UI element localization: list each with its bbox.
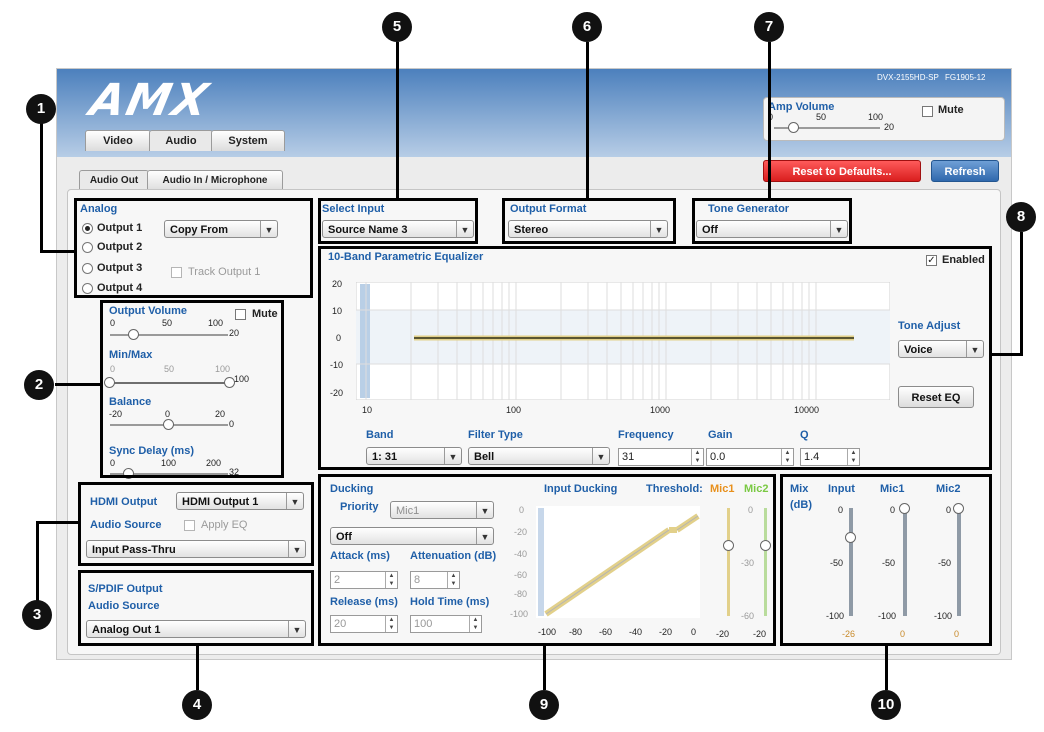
tab-audio-in[interactable]: Audio In / Microphone — [147, 170, 283, 191]
callout-6: 6 — [572, 12, 602, 42]
callout-line-1 — [40, 250, 74, 253]
callout-box-2 — [100, 300, 284, 478]
callout-box-5 — [318, 198, 478, 244]
callout-3: 3 — [22, 600, 52, 630]
callout-2: 2 — [24, 370, 54, 400]
callout-line-3 — [36, 521, 39, 601]
callout-line-4 — [196, 646, 199, 690]
callout-line-8 — [992, 353, 1022, 356]
callout-10: 10 — [871, 690, 901, 720]
callout-line-9 — [543, 646, 546, 690]
callout-box-7 — [692, 198, 852, 244]
callout-line-3 — [36, 521, 78, 524]
callout-7: 7 — [754, 12, 784, 42]
amp-volume-knob[interactable] — [788, 122, 799, 133]
model-label: DVX-2155HD-SP — [877, 73, 939, 82]
callout-box-6 — [502, 198, 676, 244]
amp-mute-checkbox[interactable] — [922, 106, 933, 117]
amp-tick: 50 — [816, 112, 827, 122]
callout-box-8 — [318, 246, 992, 470]
callout-box-4 — [78, 570, 314, 646]
callout-8: 8 — [1006, 202, 1036, 232]
callout-line-5 — [396, 42, 399, 198]
callout-9: 9 — [529, 690, 559, 720]
callout-line-7 — [768, 42, 771, 198]
callout-box-1 — [74, 198, 313, 298]
header-bar: AMX DVX-2155HD-SP FG1905-12 Amp Volume 0… — [57, 69, 1011, 157]
amp-tick: 100 — [868, 112, 884, 122]
firmware-label: FG1905-12 — [945, 73, 986, 82]
callout-5: 5 — [382, 12, 412, 42]
tab-audio[interactable]: Audio — [149, 130, 213, 151]
callout-line-8 — [1020, 232, 1023, 356]
amp-volume-box: Amp Volume 0 50 100 20 Mute — [763, 97, 1005, 141]
callout-line-10 — [885, 646, 888, 690]
amx-logo: AMX — [85, 75, 215, 126]
amp-mute-label: Mute — [938, 104, 964, 116]
tab-system[interactable]: System — [211, 130, 285, 151]
callout-box-10 — [780, 474, 992, 646]
amp-volume-value: 20 — [884, 122, 895, 132]
tab-audio-out[interactable]: Audio Out — [79, 170, 149, 191]
refresh-button[interactable]: Refresh — [931, 160, 999, 182]
callout-1: 1 — [26, 94, 56, 124]
tab-video[interactable]: Video — [85, 130, 151, 151]
callout-line-2 — [55, 383, 100, 386]
callout-line-6 — [586, 42, 589, 198]
callout-line-1 — [40, 122, 43, 252]
reset-defaults-button[interactable]: Reset to Defaults... — [763, 160, 921, 182]
callout-box-3 — [78, 482, 314, 566]
callout-box-9 — [318, 474, 776, 646]
callout-4: 4 — [182, 690, 212, 720]
